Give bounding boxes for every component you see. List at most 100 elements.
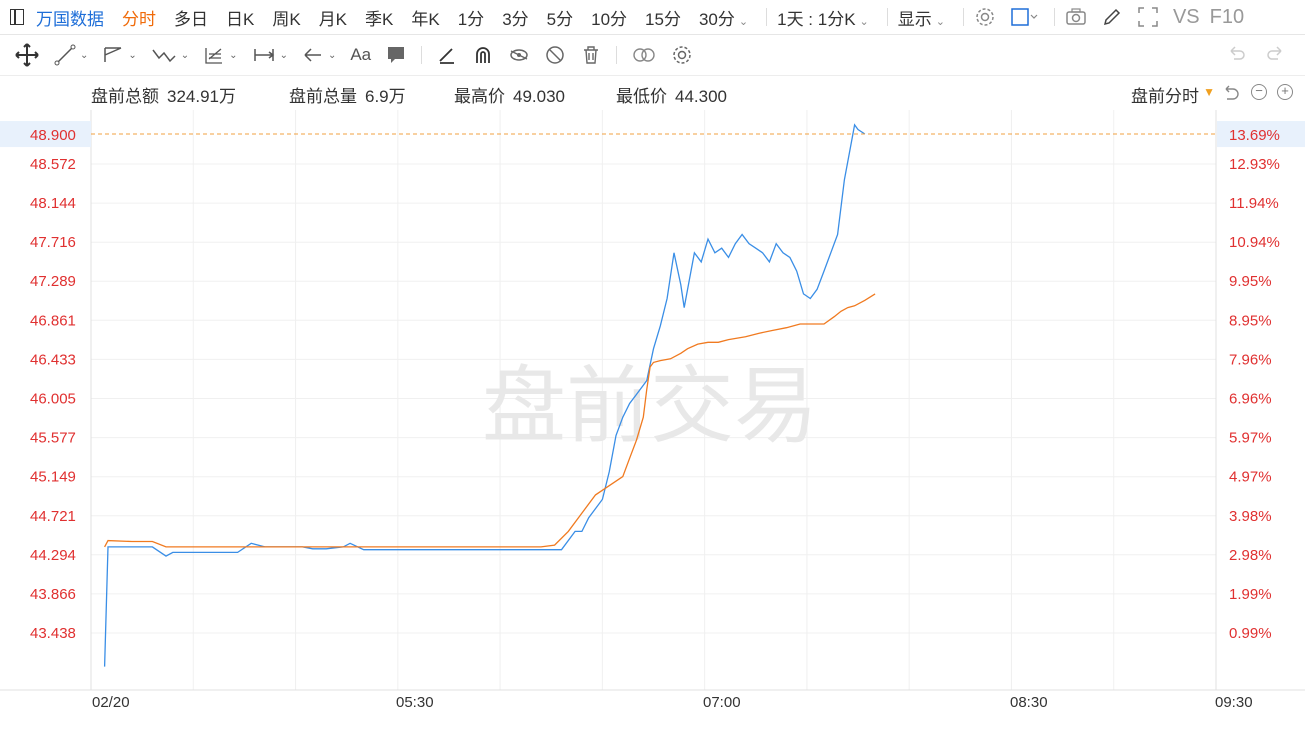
tab-10min[interactable]: 10分	[591, 5, 627, 30]
tab-weekly-k[interactable]: 周K	[272, 5, 300, 30]
chart-mode-select[interactable]: 盘前分时	[1131, 82, 1199, 107]
no-draw-icon	[546, 46, 564, 64]
reset-icon[interactable]	[1221, 83, 1241, 103]
chevron-down-icon: ⌄	[859, 15, 869, 28]
tab-5min[interactable]: 5分	[547, 5, 573, 30]
premarket-amount: 盘前总额 324.91万	[91, 82, 236, 107]
fullscreen-icon[interactable]	[1137, 6, 1159, 28]
tab-monthly-k[interactable]: 月K	[319, 5, 347, 30]
x-axis: 02/20 05:30 07:00 08:30 09:30	[92, 694, 1253, 711]
y-tick-label-left: 43.866	[30, 586, 76, 603]
high-price-label: 最高价	[454, 87, 505, 106]
tab-intraday[interactable]: 分时	[122, 5, 156, 30]
premarket-volume-value: 6.9万	[365, 87, 406, 106]
y-tick-label-left: 46.005	[30, 391, 76, 408]
period-select-label: 1天 : 1分K	[777, 9, 856, 29]
y-tick-label-left: 45.149	[30, 469, 76, 486]
x-tick-label: 05:30	[396, 694, 434, 711]
divider	[421, 46, 423, 64]
hide-tool[interactable]	[508, 44, 530, 66]
redo-button[interactable]	[1265, 42, 1287, 69]
tab-1min[interactable]: 1分	[458, 5, 484, 30]
current-price-marker: 48.900 13.69%	[0, 121, 1305, 148]
y-tick-label-right: 0.99%	[1229, 625, 1272, 642]
stats-bar: 盘前总额 324.91万 盘前总量 6.9万 最高价 49.030 最低价 44.300…	[0, 76, 1305, 110]
y-tick-label-right: 5.97%	[1229, 430, 1272, 447]
premarket-volume-label: 盘前总量	[289, 87, 357, 106]
sidebar-toggle-icon[interactable]	[10, 9, 24, 25]
x-tick-label: 02/20	[92, 694, 130, 711]
high-price-value: 49.030	[513, 87, 565, 106]
fib-tool[interactable]: ⌄	[203, 44, 238, 66]
tab-3min[interactable]: 3分	[502, 5, 528, 30]
y-tick-label-right: 3.98%	[1229, 508, 1272, 525]
channel-icon	[104, 47, 122, 62]
magnet-tool[interactable]	[472, 44, 494, 66]
tab-30min[interactable]: 30分 ⌄	[699, 5, 748, 30]
y-axis-right: 12.93% 11.94% 10.94% 9.95% 8.95% 7.96% 6.96% 5.…	[1229, 113, 1280, 642]
divider	[962, 8, 964, 26]
toolbar-settings[interactable]	[671, 44, 693, 66]
compare-tool[interactable]	[631, 44, 657, 66]
y-tick-label-left: 44.721	[30, 508, 76, 525]
vs-button[interactable]: VS	[1173, 6, 1200, 29]
divider	[616, 46, 618, 64]
y-tick-label-right: 7.96%	[1229, 351, 1272, 368]
trend-line-icon	[54, 44, 76, 66]
line-tool[interactable]: ⌄	[54, 44, 88, 66]
tab-quarterly-k[interactable]: 季K	[365, 5, 393, 30]
chevron-down-icon: ⌄	[128, 49, 137, 61]
y-tick-label-right: 4.97%	[1229, 469, 1272, 486]
tab-15min[interactable]: 15分	[645, 5, 681, 30]
top-bar: 万国数据 分时 多日 日K 周K 月K 季K 年K 1分 3分 5分 10分 1…	[0, 0, 1305, 35]
period-select[interactable]: 1天 : 1分K ⌄	[777, 5, 869, 30]
f10-button[interactable]: F10	[1210, 6, 1244, 29]
stock-name[interactable]: 万国数据	[36, 5, 104, 30]
tab-30min-label: 30分	[698, 9, 735, 29]
color-square-icon[interactable]	[1010, 6, 1040, 28]
tab-multiday[interactable]: 多日	[174, 5, 208, 30]
y-tick-label-right: 6.96%	[1229, 391, 1272, 408]
arrow-left-icon	[304, 48, 321, 62]
move-icon	[15, 43, 39, 67]
current-price-label: 48.900	[30, 127, 76, 144]
y-tick-label-right: 9.95%	[1229, 273, 1272, 290]
chevron-down-icon[interactable]: ▼	[1203, 85, 1215, 99]
pencil-icon[interactable]	[1101, 6, 1123, 28]
eye-icon	[510, 49, 528, 61]
x-tick-label: 07:00	[703, 694, 741, 711]
delete-tool[interactable]	[580, 44, 602, 66]
y-tick-label-right: 11.94%	[1229, 195, 1279, 212]
tab-daily-k[interactable]: 日K	[226, 5, 254, 30]
chevron-down-icon: ⌄	[229, 49, 238, 61]
tab-yearly-k[interactable]: 年K	[411, 5, 439, 30]
settings-gear-icon[interactable]	[974, 6, 996, 28]
zoom-in-icon[interactable]: +	[1277, 84, 1293, 100]
line-style-icon	[439, 48, 455, 64]
drawing-toolbar: ⌄ ⌄ ⌄ ⌄ ⌄ ⌄ Aa	[0, 35, 1305, 76]
wave-tool[interactable]: ⌄	[151, 44, 189, 66]
y-tick-label-left: 47.716	[30, 234, 76, 251]
low-price-label: 最低价	[616, 87, 667, 106]
channel-tool[interactable]: ⌄	[102, 44, 137, 66]
lock-tool[interactable]	[544, 44, 566, 66]
arrow-tool[interactable]: ⌄	[302, 44, 336, 66]
text-tool[interactable]: Aa	[350, 45, 371, 65]
comment-tool[interactable]	[385, 44, 407, 66]
y-tick-label-right: 1.99%	[1229, 586, 1272, 603]
intraday-chart[interactable]: 盘前交易 48.57248.14447.71647.28946.86146.43…	[0, 110, 1305, 736]
move-tool[interactable]	[14, 42, 40, 68]
line-style-tool[interactable]	[436, 44, 458, 66]
measure-tool[interactable]: ⌄	[252, 44, 288, 66]
gear-icon	[673, 46, 691, 64]
y-tick-label-left: 48.144	[30, 195, 76, 212]
chevron-down-icon: ⌄	[80, 49, 89, 61]
zoom-out-icon[interactable]: −	[1251, 84, 1267, 100]
compare-icon	[633, 48, 655, 62]
camera-icon[interactable]	[1065, 6, 1087, 28]
chevron-down-icon: ⌄	[327, 49, 337, 61]
display-menu[interactable]: 显示 ⌄	[898, 5, 945, 30]
low-price-value: 44.300	[675, 87, 727, 106]
undo-button[interactable]	[1225, 42, 1247, 69]
magnet-icon	[476, 47, 491, 63]
